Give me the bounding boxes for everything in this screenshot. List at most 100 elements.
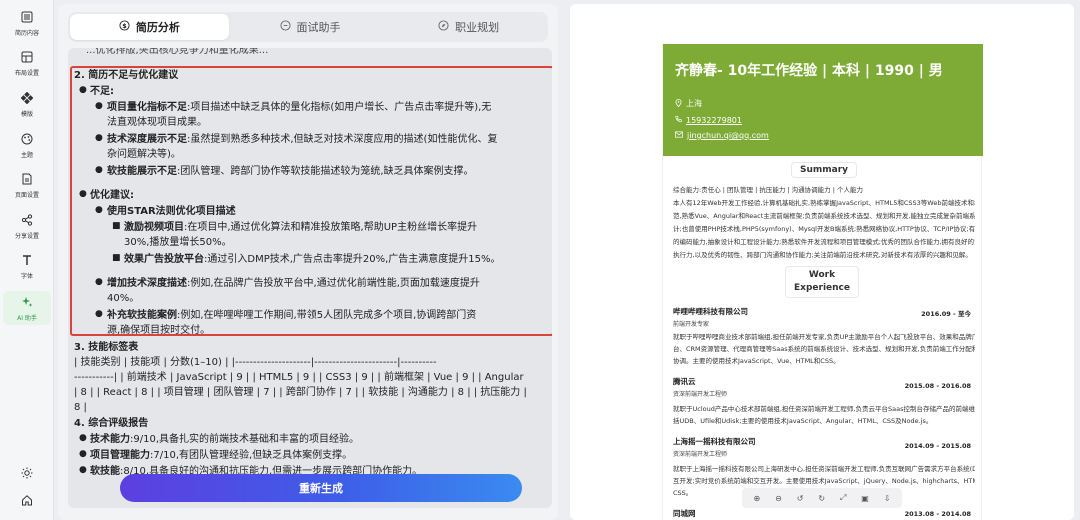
rating-item: 项目管理能力:7/10,有团队管理经验,但缺乏具体案例支撑。 bbox=[90, 450, 353, 461]
job-line: 就职于Ucloud产品中心技术部前端组,担任资深前端开发工程师,负责云平台Saa… bbox=[673, 405, 975, 413]
skill-table-line: 8 | bbox=[74, 402, 87, 413]
rail-item-layout[interactable]: 布局设置 bbox=[3, 50, 51, 84]
bullet-icon: ● bbox=[79, 465, 87, 475]
bullet-icon: ● bbox=[95, 133, 103, 143]
rail-item-font[interactable]: 字体 bbox=[3, 253, 51, 287]
download-icon[interactable]: ⇩ bbox=[884, 494, 891, 503]
job-date: 2013.08 - 2014.08 bbox=[904, 510, 971, 518]
email-icon bbox=[675, 131, 683, 140]
rail-item-page[interactable]: 页面设置 bbox=[3, 172, 51, 206]
job-line: 台、CRM资源管理、代理商管理等Saas系统的前端系统设计、技术选型、规划和开发… bbox=[673, 345, 975, 353]
bullet-icon: ● bbox=[95, 309, 103, 319]
summary-line: 的编码能力,抽象设计和工程设计能力;熟悉软件开发流程和项目管理模式;优秀的团队合… bbox=[673, 238, 975, 246]
location-row: 上海 bbox=[675, 98, 702, 109]
bullet-icon: ● bbox=[79, 85, 87, 95]
weakness-title: 不足: bbox=[90, 86, 114, 97]
section4-title: 4. 综合评级报告 bbox=[74, 418, 149, 429]
zoom-out-icon[interactable]: ⊖ bbox=[775, 494, 782, 503]
layout-icon bbox=[20, 50, 34, 64]
analysis-panel: $ 简历分析 面试助手 职业规划 ...优化排版,突出核心竞争力和量化成果...… bbox=[58, 4, 558, 520]
job-company: 上海摇一摇科技有限公司 bbox=[673, 437, 756, 446]
tech-item-cont: 40%。 bbox=[107, 293, 140, 304]
bullet-icon: ■ bbox=[112, 221, 121, 231]
rail-item-content[interactable]: 简历内容 bbox=[3, 10, 51, 44]
email-row[interactable]: jingchun.qi@qq.com bbox=[675, 131, 769, 140]
star-item-cont: 30%,播放量增长50%。 bbox=[124, 237, 232, 248]
summary-line: 计;也曾使用PHP技术栈,PHP5(symfony)、Mysql开发B端系统;熟… bbox=[673, 225, 975, 233]
job-date: 2014.09 - 2015.08 bbox=[904, 442, 971, 450]
interview-icon bbox=[279, 20, 291, 34]
job-role: 资深前端开发工程师 bbox=[673, 391, 728, 398]
skill-table-line: | 8 | | React | 8 | | 项目管理 | 团队管理 | 7 | … bbox=[74, 387, 527, 398]
rail-item-ai-assistant[interactable]: AI 助手 bbox=[3, 291, 51, 325]
weakness-item: 项目量化指标不足:项目描述中缺乏具体的量化指标(如用户增长、广告点击率提升等),… bbox=[107, 102, 492, 113]
page-icon bbox=[20, 172, 34, 186]
suggest-title: 优化建议: bbox=[90, 190, 134, 201]
job-role: 前端开发专家 bbox=[673, 321, 710, 328]
star-item: 激励视频项目:在项目中,通过优化算法和精准投放策略,帮助UP主粉丝增长率提升 bbox=[124, 222, 478, 233]
job-company: 腾讯云 bbox=[673, 377, 696, 386]
image-icon[interactable]: ▣ bbox=[861, 494, 869, 503]
template-icon bbox=[20, 91, 34, 105]
bullet-icon: ■ bbox=[112, 253, 121, 263]
rail-label: 字体 bbox=[20, 273, 33, 280]
bullet-icon: ● bbox=[95, 277, 103, 287]
tab-interview-assistant[interactable]: 面试助手 bbox=[231, 12, 390, 42]
rotate-left-icon[interactable]: ↺ bbox=[797, 494, 804, 503]
summary-title: Summary bbox=[791, 162, 858, 178]
rail-item-template[interactable]: 模版 bbox=[3, 91, 51, 125]
rail-item-theme[interactable]: 主题 bbox=[3, 132, 51, 166]
bullet-icon: ● bbox=[95, 101, 103, 111]
rail-label: AI 助手 bbox=[17, 315, 37, 322]
home-icon[interactable] bbox=[17, 490, 37, 510]
fit-screen-icon[interactable]: ⤢ bbox=[840, 493, 846, 503]
rail-label: 分享设置 bbox=[14, 233, 39, 240]
tab-bar: $ 简历分析 面试助手 职业规划 bbox=[68, 12, 548, 42]
job-line: 就职于上海摇一摇科技有限公司上海研发中心,担任资深前端开发工程师,负责互联网广告… bbox=[673, 465, 975, 473]
bullet-icon: ● bbox=[95, 205, 103, 215]
summary-line: 执行力,以及优秀的韧性、跨部门沟通和协作能力;关注前端前沿技术研究,对新技术有浓… bbox=[673, 251, 972, 259]
share-icon bbox=[20, 213, 34, 227]
job-company: 哔哩哔哩科技有限公司 bbox=[673, 307, 748, 316]
job-date: 2015.08 - 2016.08 bbox=[904, 382, 971, 390]
analysis-content: ...优化排版,突出核心竞争力和量化成果... 2. 简历不足与优化建议 ● 不… bbox=[68, 48, 552, 508]
settings-sun-icon[interactable] bbox=[17, 463, 37, 483]
weakness-item: 技术深度展示不足:虽然提到熟悉多种技术,但缺乏对技术深度应用的描述(如性能优化、… bbox=[107, 134, 498, 145]
resume-page: 齐静春- 10年工作经验 | 本科 | 1990 | 男 上海 15932279… bbox=[662, 44, 983, 520]
zoom-in-icon[interactable]: ⊕ bbox=[753, 494, 760, 503]
rail-label: 模版 bbox=[20, 111, 33, 118]
section3-title: 3. 技能标签表 bbox=[74, 342, 139, 353]
job-line: 协调。主要的使用技术JavaScript、Vue、HTML和CSS。 bbox=[673, 357, 840, 365]
palette-icon bbox=[20, 132, 34, 146]
skill-table-line: | 技能类别 | 技能项 | 分数(1–10) | |-------------… bbox=[74, 357, 437, 368]
job-company: 同城网 bbox=[673, 509, 696, 518]
phone-icon bbox=[675, 115, 682, 125]
section2-title: 2. 简历不足与优化建议 bbox=[74, 70, 179, 81]
rating-item: 技术能力:9/10,具备扎实的前端技术基础和丰富的项目经验。 bbox=[90, 434, 360, 445]
rotate-right-icon[interactable]: ↻ bbox=[818, 494, 825, 503]
rail-item-share[interactable]: 分享设置 bbox=[3, 213, 51, 247]
tech-item: 增加技术深度描述:例如,在品牌广告投放平台中,通过优化前端性能,页面加载速度提升 bbox=[107, 278, 480, 289]
weakness-item-cont: 杂问题解决等)。 bbox=[107, 149, 181, 160]
rail-label: 页面设置 bbox=[14, 192, 39, 199]
job-line: 就职于哔哩哔哩商业技术部前端组,担任前端开发专家,负责UP主激励平台个人起飞投放… bbox=[673, 333, 975, 341]
weakness-item: 软技能展示不足:团队管理、跨部门协作等软技能描述较为笼统,缺乏具体案例支撑。 bbox=[107, 166, 474, 177]
rail-label: 主题 bbox=[20, 152, 33, 159]
summary-line: 综合能力:责任心 | 团队管理 | 抗压能力 | 沟通协调能力 | 个人能力 bbox=[673, 186, 863, 194]
regenerate-button[interactable]: 重新生成 bbox=[120, 474, 522, 502]
location-pin-icon bbox=[675, 98, 682, 109]
font-icon bbox=[20, 253, 34, 267]
skill-table-line: -----------| | 前端技术 | JavaScript | 9 | |… bbox=[74, 372, 524, 383]
phone-row[interactable]: 15932279801 bbox=[675, 115, 742, 125]
summary-line: 本人有12年Web开发工作经验,计算机基础扎实,熟练掌握JavaScript、H… bbox=[673, 199, 975, 207]
preview-toolbar: ⊕ ⊖ ↺ ↻ ⤢ ▣ ⇩ bbox=[742, 488, 902, 508]
star-title: 使用STAR法则优化项目描述 bbox=[107, 206, 236, 217]
job-line: 互开发;实时竞价系统前端和交互开发。主要使用技术JavaScript、jQuer… bbox=[673, 477, 975, 485]
tab-career-planning[interactable]: 职业规划 bbox=[389, 12, 548, 42]
resume-header: 齐静春- 10年工作经验 | 本科 | 1990 | 男 上海 15932279… bbox=[663, 44, 983, 156]
list-icon bbox=[20, 10, 34, 24]
work-experience-title: Work Experience bbox=[785, 266, 859, 298]
tab-resume-analysis[interactable]: $ 简历分析 bbox=[70, 14, 229, 40]
bullet-icon: ● bbox=[79, 189, 87, 199]
soft-item: 补充软技能案例:例如,在哔哩哔哩工作期间,带领5人团队完成多个项目,协调跨部门资 bbox=[107, 310, 477, 321]
